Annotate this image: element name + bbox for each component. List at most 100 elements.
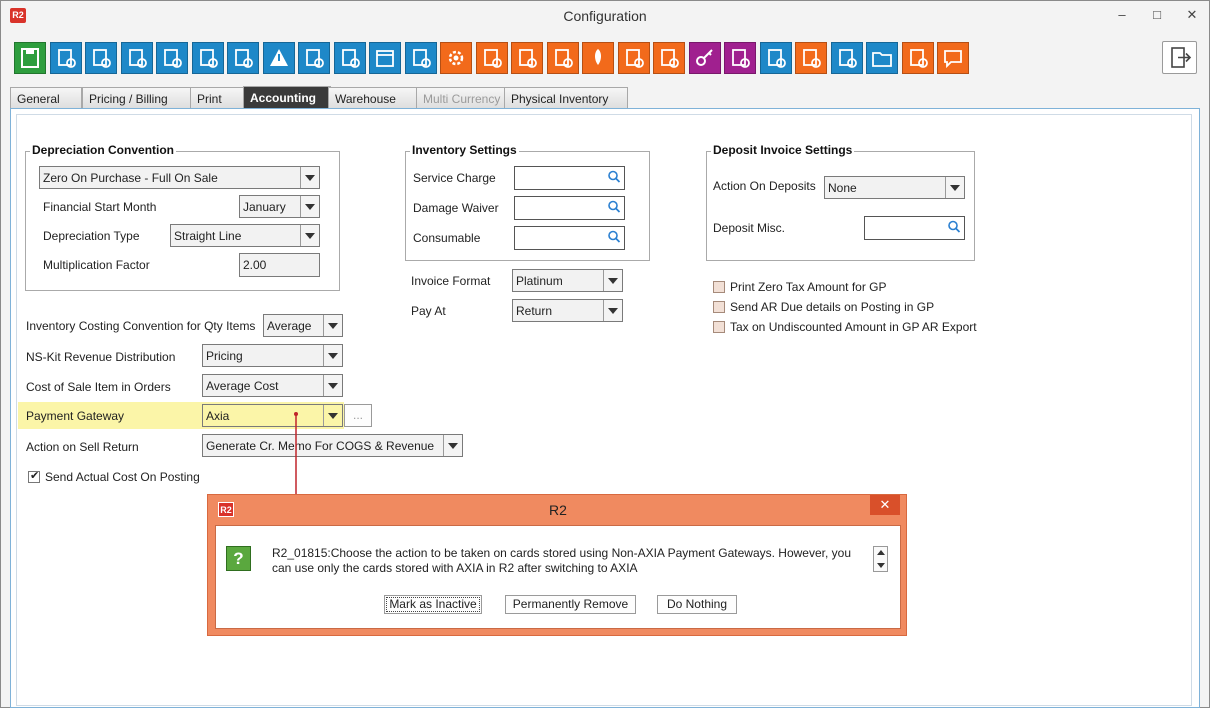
doc-gear-toolbar-button[interactable] [901,42,934,74]
multiplication-factor-field[interactable]: 2.00 [239,253,320,277]
chevron-down-icon[interactable] [323,405,342,426]
permanently-remove-button[interactable]: Permanently Remove [505,595,636,614]
search-icon[interactable] [607,170,621,184]
consumable-label: Consumable [413,231,481,245]
user-toolbar-button[interactable] [333,42,366,74]
exit-button[interactable] [1162,41,1197,74]
pay-at-select[interactable]: Return [512,299,623,322]
scroll-down-icon[interactable] [877,563,885,568]
chevron-down-icon[interactable] [323,315,342,336]
payment-gateway-select[interactable]: Axia [202,404,343,427]
inventory-settings-title: Inventory Settings [410,143,519,157]
tab-warehouse[interactable]: Warehouse [328,87,418,108]
scroll-up-icon[interactable] [877,550,885,555]
nskit-revenue-label: NS-Kit Revenue Distribution [26,350,176,364]
chevron-down-icon[interactable] [603,300,622,321]
action-on-deposits-label: Action On Deposits [713,179,816,193]
send-actual-cost-checkbox[interactable] [28,469,40,483]
chevron-down-icon[interactable] [300,167,319,188]
search-icon[interactable] [947,220,961,234]
tab-accounting[interactable]: Accounting [243,86,331,108]
user-icon [341,49,360,68]
send-ar-due-checkbox[interactable] [713,301,725,313]
db-settings-2-toolbar-button[interactable] [227,42,259,74]
service-charge-field[interactable] [514,166,625,190]
payment-gateway-label: Payment Gateway [26,409,125,423]
gear-toolbar-button[interactable] [440,42,472,74]
id-card-toolbar-button[interactable] [724,42,756,74]
screen-settings-toolbar-button[interactable] [404,42,437,74]
db-settings-toolbar-button[interactable] [85,42,117,74]
chevron-down-icon[interactable] [945,177,964,198]
do-nothing-button[interactable]: Do Nothing [657,595,737,614]
dessert-toolbar-button[interactable] [475,42,508,74]
minimize-button[interactable]: – [1111,5,1133,25]
send-actual-cost-label: Send Actual Cost On Posting [45,470,200,484]
cost-of-sale-select[interactable]: Average Cost [202,374,343,397]
calendar-toolbar-button[interactable] [369,42,401,74]
nskit-revenue-select[interactable]: Pricing [202,344,343,367]
configuration-window: R2 Configuration – □ ✕ General Pricing /… [0,0,1210,708]
search-icon[interactable] [607,230,621,244]
chevron-down-icon[interactable] [323,375,342,396]
chevron-down-icon[interactable] [300,225,319,246]
dialog-close-button[interactable]: ✕ [870,495,900,515]
folder-toolbar-button[interactable] [866,42,898,74]
po-2-toolbar-button[interactable] [653,42,685,74]
print-zero-tax-checkbox[interactable] [713,281,725,293]
calc-settings-toolbar-button[interactable] [120,42,153,74]
save-toolbar-button[interactable] [14,42,46,74]
tag-toolbar-button[interactable] [511,42,543,74]
po-toolbar-button[interactable] [617,42,650,74]
tab-general[interactable]: General [10,87,82,108]
doc-settings-icon [164,49,182,68]
dialog-message: R2_01815:Choose the action to be taken o… [272,546,851,576]
close-button[interactable]: ✕ [1181,5,1203,25]
payment-gateway-more-button[interactable]: ... [344,404,372,427]
truck-settings-toolbar-button[interactable] [49,42,82,74]
ticket-toolbar-button[interactable] [830,42,863,74]
calc-settings-icon [128,49,147,68]
lock-doc-toolbar-button[interactable] [795,42,827,74]
scanner-toolbar-button[interactable] [759,42,792,74]
chevron-down-icon[interactable] [300,196,319,217]
chevron-down-icon[interactable] [603,270,622,291]
pay-at-label: Pay At [411,304,446,318]
search-icon[interactable] [607,200,621,214]
rocket-toolbar-button[interactable] [582,42,614,74]
tax-undiscounted-checkbox[interactable] [713,321,725,333]
depreciation-convention-select[interactable]: Zero On Purchase - Full On Sale [39,166,320,189]
message-scrollbar[interactable] [873,546,888,572]
send-ar-due-label: Send AR Due details on Posting in GP [730,300,935,314]
tab-print[interactable]: Print [190,87,244,108]
deposit-misc-field[interactable] [864,216,965,240]
chevron-down-icon[interactable] [323,345,342,366]
mark-inactive-button[interactable]: Mark as Inactive [384,595,482,614]
financial-start-month-value: January [243,200,286,214]
depreciation-type-select[interactable]: Straight Line [170,224,320,247]
flow-settings-toolbar-button[interactable] [191,42,224,74]
scanner-icon [767,49,786,68]
receipt-toolbar-button[interactable] [546,42,579,74]
financial-start-month-select[interactable]: January [239,195,320,218]
multiplication-factor-label: Multiplication Factor [43,258,150,272]
key-toolbar-button[interactable] [688,42,721,74]
chat-toolbar-button[interactable] [937,42,969,74]
alert-toolbar-button[interactable] [262,42,295,74]
doc-settings-toolbar-button[interactable] [156,42,188,74]
damage-waiver-field[interactable] [514,196,625,220]
maximize-button[interactable]: □ [1146,5,1168,25]
alert-icon [269,49,288,66]
rocket-icon [595,49,601,65]
invoice-format-select[interactable]: Platinum [512,269,623,292]
chevron-down-icon[interactable] [443,435,462,456]
tab-multi-currency: Multi Currency [416,87,506,108]
tab-pricing-billing[interactable]: Pricing / Billing [82,87,196,108]
sell-return-select[interactable]: Generate Cr. Memo For COGS & Revenue [202,434,463,457]
action-on-deposits-value: None [828,181,857,195]
inventory-costing-select[interactable]: Average [263,314,343,337]
tab-physical-inventory[interactable]: Physical Inventory [504,87,628,108]
consumable-field[interactable] [514,226,625,250]
action-on-deposits-select[interactable]: None [824,176,965,199]
cursor-settings-toolbar-button[interactable] [298,42,330,74]
